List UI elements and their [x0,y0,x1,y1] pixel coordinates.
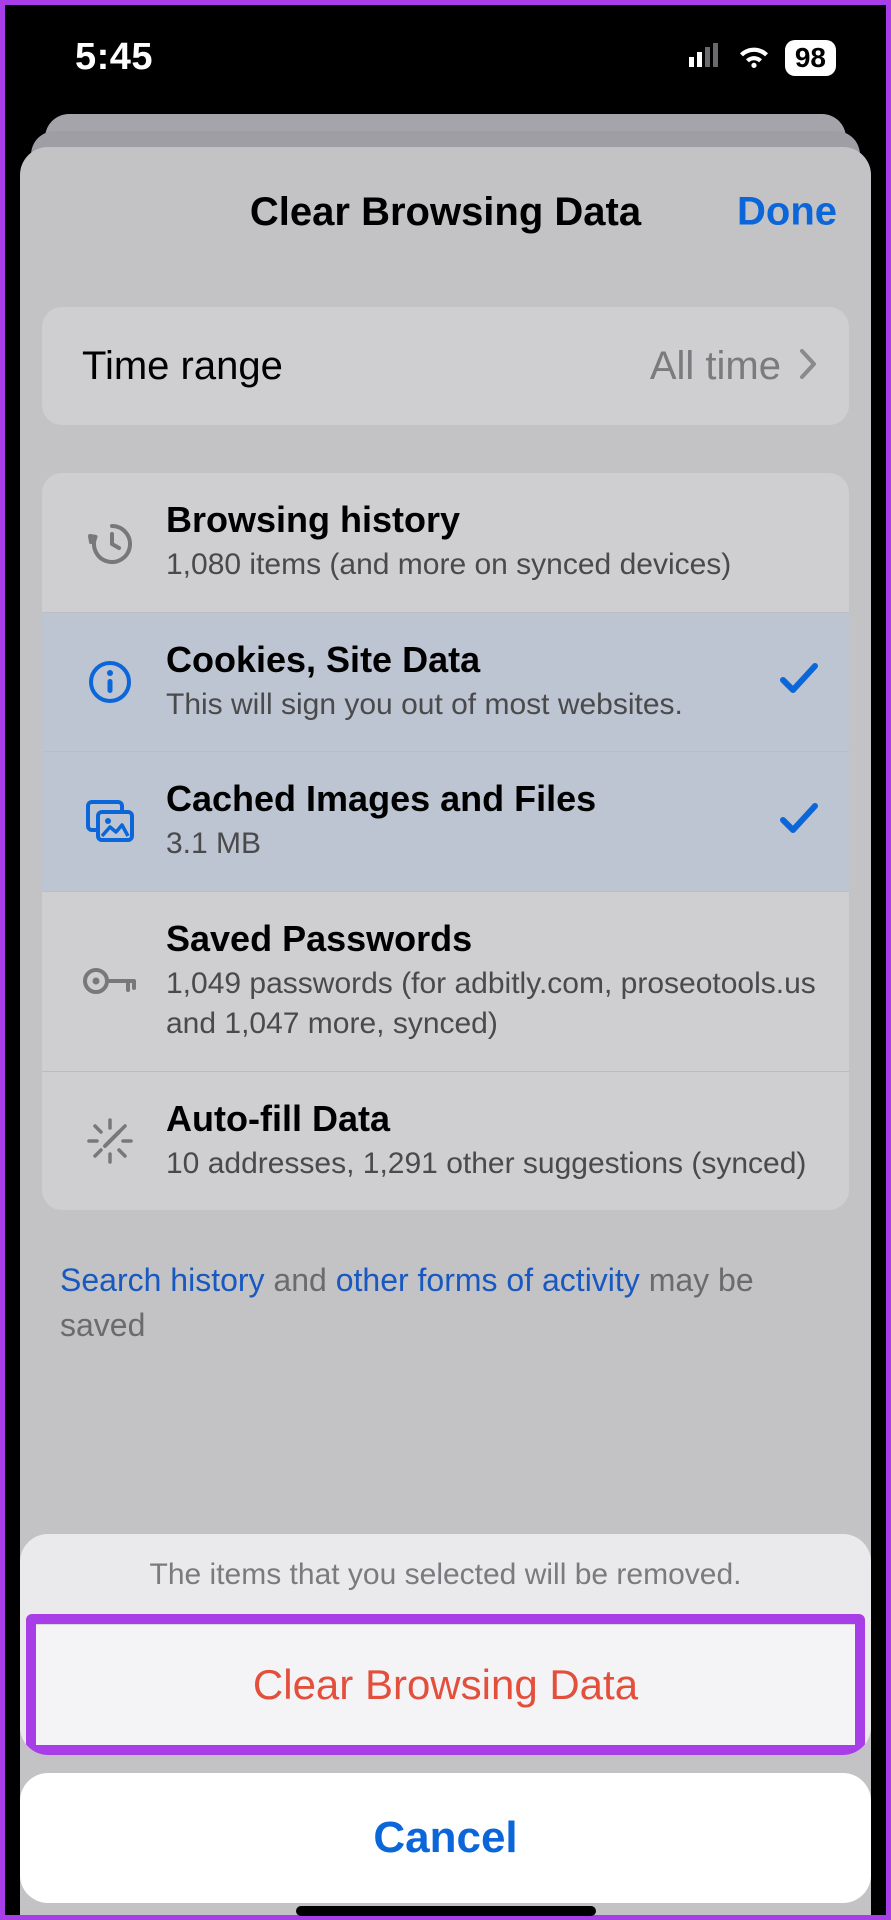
status-time: 5:45 [75,36,153,79]
time-range-group: Time range All time [42,307,849,425]
highlight-box: Clear Browsing Data [26,1614,865,1755]
time-range-row[interactable]: Time range All time [42,307,849,425]
data-items-group: Browsing history 1,080 items (and more o… [42,473,849,1210]
key-icon [82,963,138,999]
item-sub: This will sign you out of most websites. [166,685,751,726]
cancel-button[interactable]: Cancel [20,1773,871,1903]
time-range-value-wrap: All time [650,344,817,389]
info-icon [82,659,138,705]
other-activity-link[interactable]: other forms of activity [336,1262,640,1298]
item-cookies[interactable]: Cookies, Site Data This will sign you ou… [42,613,849,753]
search-history-link[interactable]: Search history [60,1262,265,1298]
autofill-icon [82,1116,138,1166]
time-range-label: Time range [82,344,283,389]
item-sub: 1,080 items (and more on synced devices) [166,545,819,586]
item-cached[interactable]: Cached Images and Files 3.1 MB [42,752,849,892]
time-range-value: All time [650,344,781,389]
wifi-icon [737,42,771,73]
item-sub: 1,049 passwords (for adbitly.com, proseo… [166,964,819,1045]
checkmark-icon [779,802,819,841]
footer-note: Search history and other forms of activi… [60,1258,831,1348]
checkmark-icon [779,662,819,701]
battery-badge: 98 [785,40,836,76]
sheet-header: Clear Browsing Data Done [20,177,871,247]
item-title: Browsing history [166,499,819,541]
action-sheet: The items that you selected will be remo… [20,1534,871,1903]
clear-browsing-data-button[interactable]: Clear Browsing Data [36,1624,855,1745]
chevron-right-icon [799,344,817,389]
action-sheet-message: The items that you selected will be remo… [20,1534,871,1614]
item-title: Saved Passwords [166,918,819,960]
item-browsing-history[interactable]: Browsing history 1,080 items (and more o… [42,473,849,613]
cellular-icon [689,43,723,72]
home-indicator[interactable] [296,1906,596,1916]
item-sub: 10 addresses, 1,291 other suggestions (s… [166,1144,819,1185]
item-passwords[interactable]: Saved Passwords 1,049 passwords (for adb… [42,892,849,1072]
page-title: Clear Browsing Data [250,190,641,235]
images-icon [82,798,138,844]
action-sheet-card: The items that you selected will be remo… [20,1534,871,1755]
status-right: 98 [689,40,836,76]
item-title: Cached Images and Files [166,778,751,820]
item-autofill[interactable]: Auto-fill Data 10 addresses, 1,291 other… [42,1072,849,1211]
item-sub: 3.1 MB [166,824,751,865]
item-title: Auto-fill Data [166,1098,819,1140]
done-button[interactable]: Done [737,190,837,235]
item-title: Cookies, Site Data [166,639,751,681]
history-icon [82,518,138,566]
status-bar: 5:45 98 [5,5,886,110]
